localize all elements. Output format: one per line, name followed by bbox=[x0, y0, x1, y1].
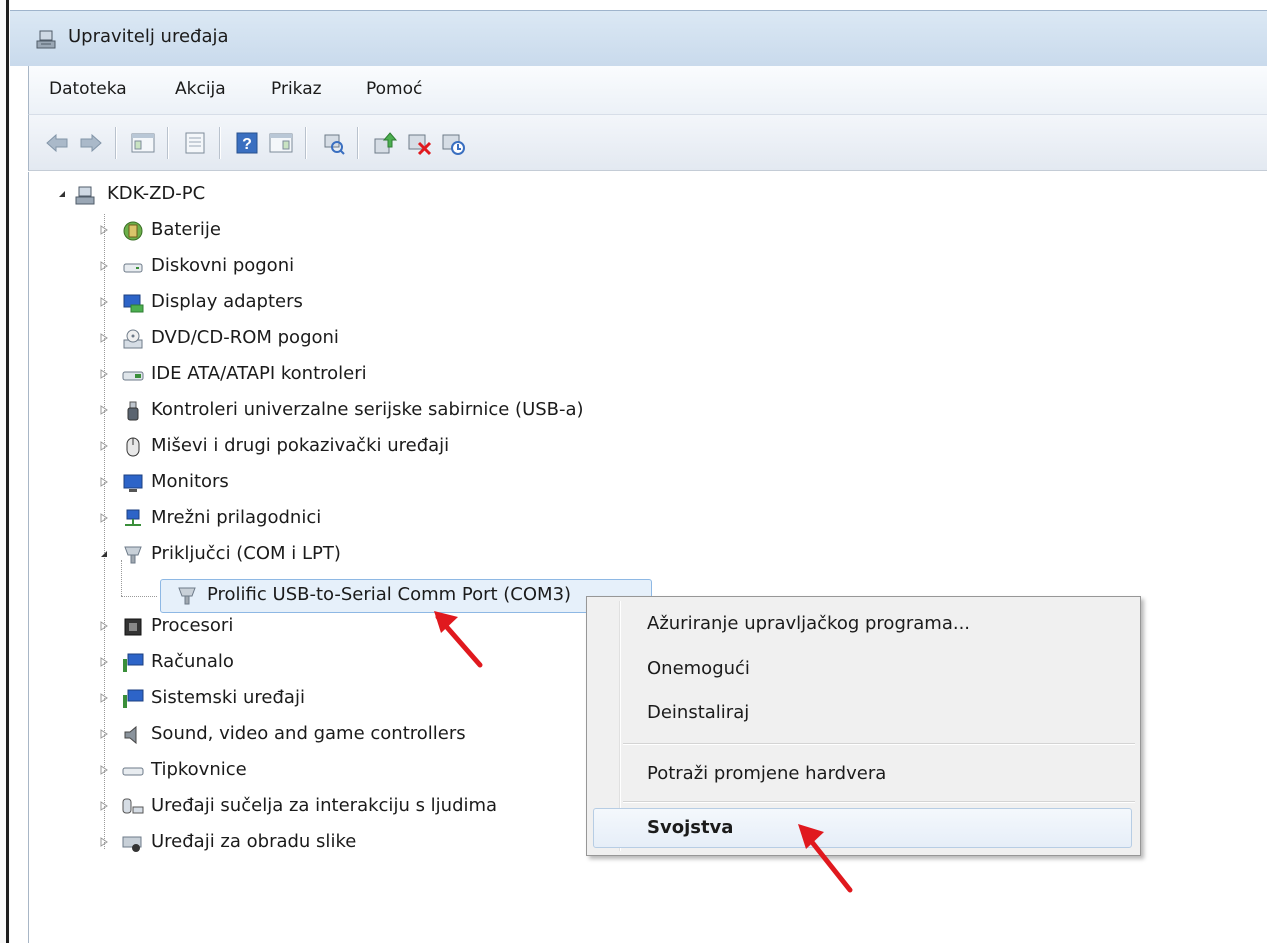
annotation-arrow-icon bbox=[434, 611, 483, 668]
tree-category-label: IDE ATA/ATAPI kontroleri bbox=[151, 363, 367, 384]
menu-action[interactable]: Akcija bbox=[175, 79, 226, 99]
menu-bar: Datoteka Akcija Prikaz Pomoć bbox=[28, 66, 1267, 115]
imaging-device-icon bbox=[122, 836, 142, 852]
title-bar[interactable]: Upravitelj uređaja bbox=[10, 10, 1267, 66]
tree-category-label: Miševi i drugi pokazivački uređaji bbox=[151, 435, 450, 456]
tree-category-label: Diskovni pogoni bbox=[151, 255, 295, 276]
tree-category-label: Sound, video and game controllers bbox=[151, 723, 466, 744]
expand-triangle-icon[interactable] bbox=[99, 765, 109, 775]
expand-triangle-icon[interactable] bbox=[99, 801, 109, 811]
expand-triangle-icon[interactable] bbox=[99, 369, 109, 379]
tree-guide-line bbox=[104, 214, 105, 849]
menu-file[interactable]: Datoteka bbox=[49, 79, 127, 99]
tree-category-label: Procesori bbox=[151, 615, 234, 636]
menu-item-disable[interactable]: Onemogući bbox=[647, 658, 750, 679]
device-tree-pane: KDK-ZD-PC Baterije Diskovni pogoni Displ… bbox=[28, 172, 1267, 943]
selected-device-row[interactable]: Prolific USB-to-Serial Comm Port (COM3) bbox=[160, 579, 652, 613]
svg-text:?: ? bbox=[242, 136, 252, 153]
device-manager-app-icon bbox=[36, 30, 56, 49]
monitor-icon bbox=[123, 474, 143, 492]
computer-icon bbox=[75, 186, 95, 205]
system-devices-icon bbox=[123, 689, 144, 708]
uninstall-icon[interactable] bbox=[405, 129, 433, 157]
show-action-pane-icon[interactable] bbox=[267, 129, 295, 157]
selected-device-label: Prolific USB-to-Serial Comm Port (COM3) bbox=[207, 584, 572, 605]
collapse-triangle-icon[interactable] bbox=[99, 549, 109, 559]
window-title: Upravitelj uređaja bbox=[68, 26, 229, 47]
computer-icon bbox=[123, 653, 144, 672]
disk-drive-icon bbox=[123, 263, 143, 273]
hid-icon bbox=[122, 798, 144, 814]
device-manager-window: Upravitelj uređaja Datoteka Akcija Prika… bbox=[10, 0, 1267, 943]
expand-triangle-icon[interactable] bbox=[99, 513, 109, 523]
mouse-icon bbox=[126, 437, 140, 457]
tree-category-label: Računalo bbox=[151, 651, 234, 672]
expand-triangle-icon[interactable] bbox=[99, 261, 109, 271]
expand-triangle-icon[interactable] bbox=[99, 441, 109, 451]
expand-triangle-icon[interactable] bbox=[99, 837, 109, 847]
display-adapter-icon bbox=[123, 294, 144, 313]
menu-item-update-driver[interactable]: Ažuriranje upravljačkog programa... bbox=[647, 613, 970, 634]
tree-category-label: Baterije bbox=[151, 219, 221, 240]
collapse-triangle-icon[interactable] bbox=[57, 189, 67, 199]
context-menu: Ažuriranje upravljačkog programa... Onem… bbox=[586, 596, 1141, 856]
dvd-drive-icon bbox=[123, 329, 143, 349]
tree-category-label: Uređaji za obradu slike bbox=[151, 831, 357, 852]
properties-icon[interactable] bbox=[181, 129, 209, 157]
update-driver-icon[interactable] bbox=[371, 129, 399, 157]
keyboard-icon bbox=[122, 767, 144, 776]
forward-icon[interactable] bbox=[77, 129, 105, 157]
toolbar: ? bbox=[28, 115, 1267, 171]
disable-icon[interactable] bbox=[439, 129, 467, 157]
menu-separator bbox=[623, 743, 1135, 745]
network-adapter-icon bbox=[125, 509, 141, 526]
battery-icon bbox=[123, 221, 143, 241]
expand-triangle-icon[interactable] bbox=[99, 621, 109, 631]
help-icon[interactable]: ? bbox=[233, 129, 261, 157]
usb-controller-icon bbox=[127, 401, 139, 421]
expand-triangle-icon[interactable] bbox=[99, 729, 109, 739]
menu-item-scan-hardware[interactable]: Potraži promjene hardvera bbox=[647, 763, 886, 784]
tree-category-label: Kontroleri univerzalne serijske sabirnic… bbox=[151, 399, 584, 420]
serial-port-icon bbox=[178, 587, 196, 605]
tree-category-label: Sistemski uređaji bbox=[151, 687, 305, 708]
menu-view[interactable]: Prikaz bbox=[271, 79, 322, 99]
show-hide-console-tree-icon[interactable] bbox=[129, 129, 157, 157]
speaker-icon bbox=[124, 725, 137, 745]
processor-icon bbox=[124, 618, 142, 636]
menu-help[interactable]: Pomoć bbox=[366, 79, 422, 99]
annotation-arrow-icon bbox=[798, 824, 853, 893]
tree-category-label: Priključci (COM i LPT) bbox=[151, 543, 341, 564]
back-icon[interactable] bbox=[43, 129, 71, 157]
expand-triangle-icon[interactable] bbox=[99, 477, 109, 487]
menu-item-uninstall[interactable]: Deinstaliraj bbox=[647, 702, 749, 723]
expand-triangle-icon[interactable] bbox=[99, 297, 109, 307]
expand-triangle-icon[interactable] bbox=[99, 333, 109, 343]
expand-triangle-icon[interactable] bbox=[99, 225, 109, 235]
expand-triangle-icon[interactable] bbox=[99, 657, 109, 667]
tree-category-label: Mrežni prilagodnici bbox=[151, 507, 322, 528]
tree-category-label: DVD/CD-ROM pogoni bbox=[151, 327, 339, 348]
scan-hardware-icon[interactable] bbox=[319, 129, 347, 157]
menu-item-properties[interactable]: Svojstva bbox=[647, 817, 733, 838]
ide-controller-icon bbox=[122, 371, 144, 381]
expand-triangle-icon[interactable] bbox=[99, 693, 109, 703]
tree-category-label: Display adapters bbox=[151, 291, 303, 312]
port-icon bbox=[124, 546, 142, 564]
expand-triangle-icon[interactable] bbox=[99, 405, 109, 415]
tree-category-label: Uređaji sučelja za interakciju s ljudima bbox=[151, 795, 498, 816]
tree-root-label: KDK-ZD-PC bbox=[107, 183, 206, 204]
tree-guide-line bbox=[121, 596, 157, 597]
left-edge-frame bbox=[0, 0, 10, 943]
menu-separator bbox=[623, 801, 1135, 803]
tree-category-label: Tipkovnice bbox=[151, 759, 247, 780]
tree-category-label: Monitors bbox=[151, 471, 229, 492]
